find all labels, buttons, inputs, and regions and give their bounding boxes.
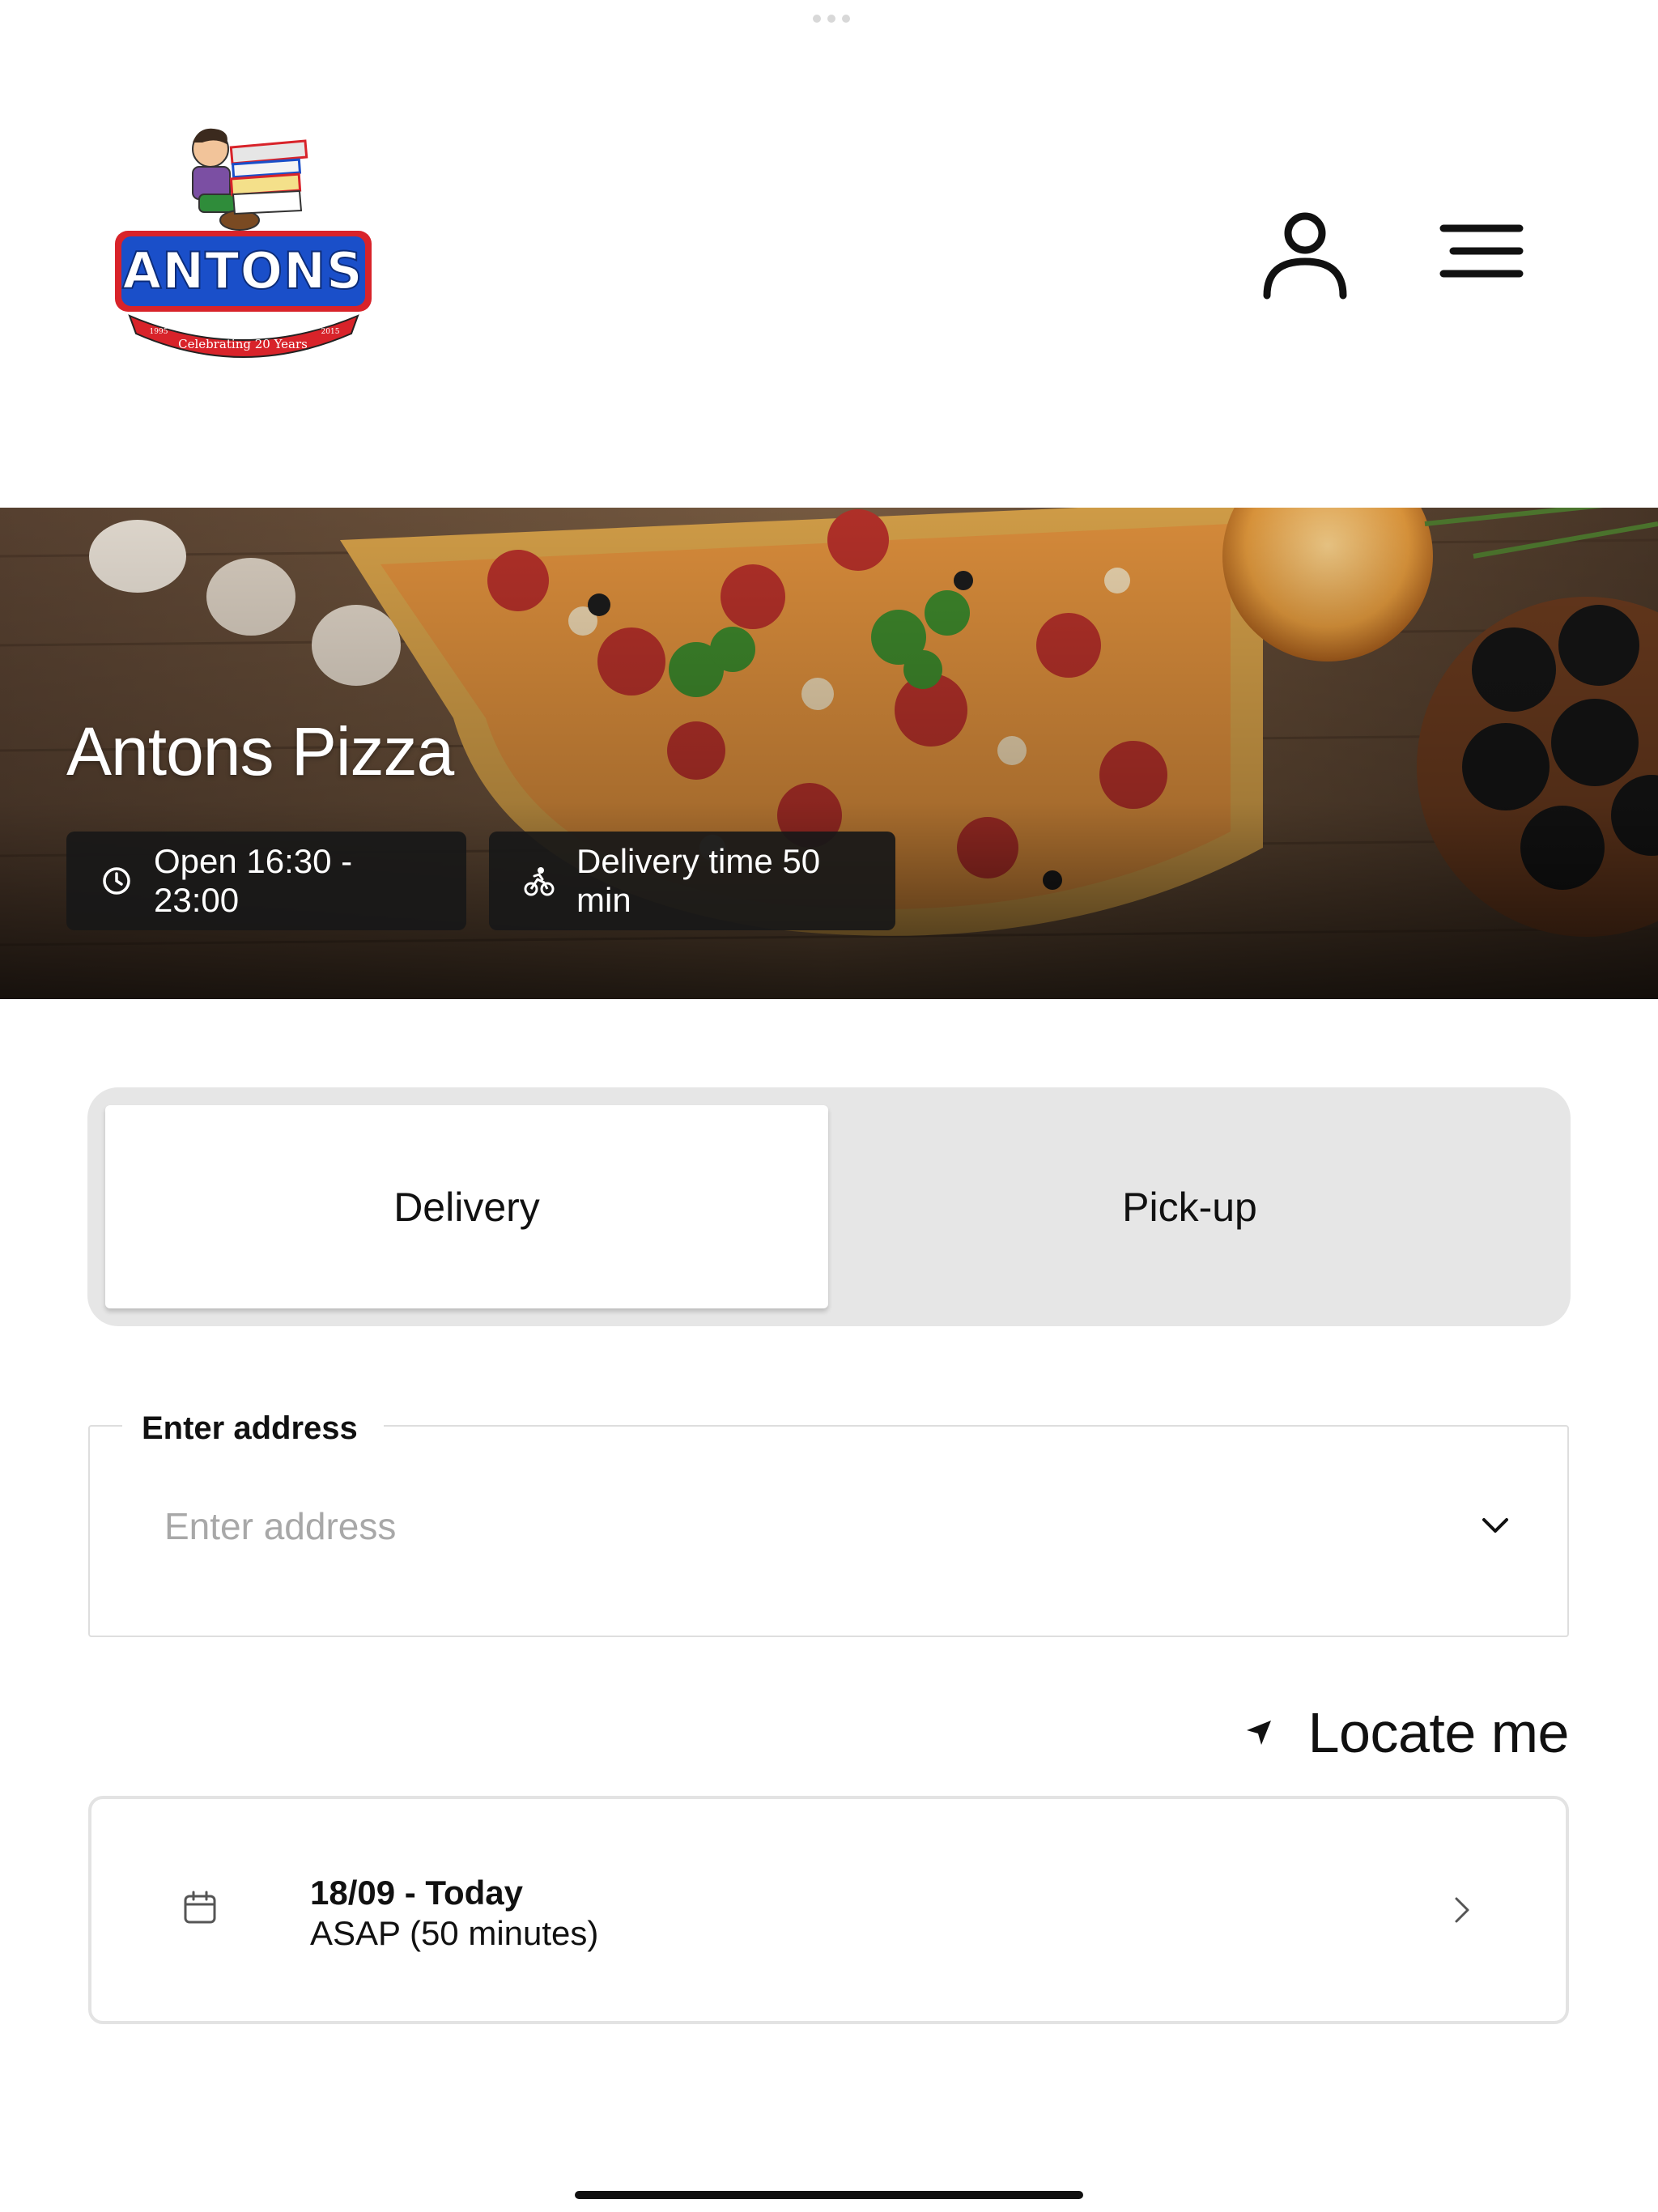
opening-hours-text: Open 16:30 - 23:00 bbox=[154, 842, 353, 919]
location-arrow-icon bbox=[1244, 1717, 1274, 1748]
address-field[interactable]: Enter address bbox=[88, 1409, 1569, 1637]
multitasking-dots[interactable] bbox=[813, 15, 850, 23]
hamburger-menu-icon[interactable] bbox=[1437, 219, 1526, 283]
bicycle-icon bbox=[523, 865, 555, 897]
locate-me-label: Locate me bbox=[1307, 1701, 1570, 1764]
svg-text:2015: 2015 bbox=[321, 328, 340, 336]
schedule-date: 18/09 - Today bbox=[310, 1874, 523, 1912]
user-icon[interactable] bbox=[1259, 206, 1352, 300]
page: ANTONS Celebrating 20 Years 1995 2015 An… bbox=[0, 0, 1658, 2212]
locate-me-button[interactable]: Locate me bbox=[1244, 1700, 1570, 1765]
calendar-icon bbox=[182, 1890, 218, 1925]
delivery-time-badge: Delivery time 50 min bbox=[489, 832, 895, 930]
hero-banner: Antons Pizza Open 16:30 - 23:00 Delivery… bbox=[0, 508, 1658, 999]
opening-hours-badge: Open 16:30 - 23:00 bbox=[66, 832, 466, 930]
chevron-right-icon bbox=[1445, 1894, 1477, 1926]
svg-text:1995: 1995 bbox=[150, 328, 168, 336]
chevron-down-icon[interactable] bbox=[1477, 1508, 1513, 1543]
svg-text:ANTONS: ANTONS bbox=[122, 241, 363, 300]
address-input[interactable] bbox=[164, 1498, 1379, 1555]
delivery-time-text: Delivery time 50 min bbox=[576, 842, 821, 919]
svg-text:Celebrating 20 Years: Celebrating 20 Years bbox=[178, 337, 308, 351]
schedule-time: ASAP (50 minutes) bbox=[310, 1914, 599, 1952]
home-indicator[interactable] bbox=[575, 2191, 1083, 2199]
antons-logo[interactable]: ANTONS Celebrating 20 Years 1995 2015 bbox=[112, 121, 375, 364]
clock-icon bbox=[100, 865, 133, 897]
restaurant-name: Antons Pizza bbox=[66, 713, 454, 789]
delivery-schedule-card[interactable]: 18/09 - Today ASAP (50 minutes) bbox=[88, 1796, 1569, 2024]
order-type-toggle: Delivery Pick-up bbox=[87, 1087, 1571, 1326]
pickup-tab[interactable]: Pick-up bbox=[828, 1105, 1551, 1308]
delivery-tab[interactable]: Delivery bbox=[105, 1105, 828, 1308]
address-label: Enter address bbox=[122, 1409, 384, 1448]
